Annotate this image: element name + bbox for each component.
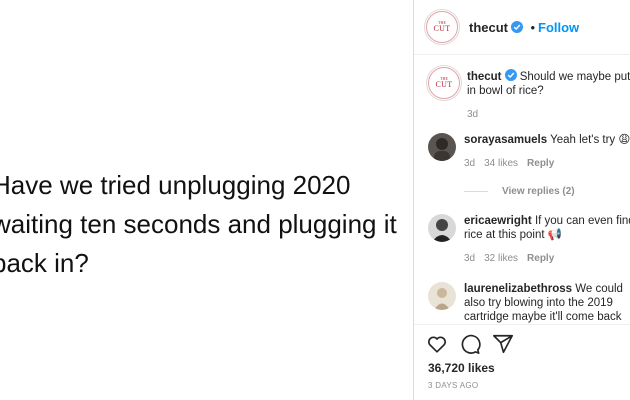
comment-meta: 3d 34 likes Reply [464, 157, 630, 171]
post-image-line-1: Have we tried unplugging 2020 [0, 170, 351, 200]
post-image-line-2: waiting ten seconds and plugging it [0, 209, 397, 239]
avatar-logo-big: CUT [433, 24, 451, 33]
post-image: Have we tried unplugging 2020 waiting te… [0, 0, 413, 400]
follow-button[interactable]: Follow [538, 20, 579, 35]
verified-icon [511, 21, 523, 33]
avatar[interactable]: THE CUT [426, 11, 458, 43]
comment-avatar[interactable] [428, 133, 456, 161]
comments-list[interactable]: THE CUT thecut Should we maybe put it in… [414, 56, 630, 324]
comment-likes[interactable]: 32 likes [484, 253, 518, 264]
comment-likes[interactable]: 34 likes [484, 158, 518, 169]
post-header: THE CUT thecut • Follow [414, 0, 630, 55]
comment-time[interactable]: 3d [464, 253, 475, 264]
comment-username[interactable]: sorayasamuels [464, 134, 547, 146]
post-image-text: Have we tried unplugging 2020 waiting te… [0, 166, 413, 283]
header-user: thecut • Follow [469, 19, 579, 37]
view-replies-button[interactable]: View replies (2) [464, 186, 575, 197]
comment-body: sorayasamuels Yeah let's try 😩 3d 34 like… [464, 133, 630, 171]
caption-avatar-logo-big: CUT [435, 80, 453, 89]
post-sidebar: THE CUT thecut • Follow THE CUT thecut Sh… [413, 0, 630, 400]
heart-icon[interactable] [426, 333, 448, 355]
verified-icon [504, 69, 517, 81]
comment-avatar[interactable] [428, 282, 456, 310]
comment-body: laurenelizabethross We could also try bl… [464, 282, 630, 324]
reply-button[interactable]: Reply [527, 253, 554, 264]
caption-meta: 3d [467, 108, 630, 122]
likes-count[interactable]: 36,720 likes [428, 361, 495, 375]
view-replies-label: View replies (2) [502, 186, 575, 197]
post-time[interactable]: 3 DAYS AGO [428, 381, 478, 390]
view-replies-line [464, 190, 488, 192]
caption-body: thecut Should we maybe put it in bowl of… [467, 69, 630, 122]
comment-body: ericaewright If you can even find rice a… [464, 214, 630, 266]
caption-time[interactable]: 3d [467, 109, 478, 120]
comment-username[interactable]: ericaewright [464, 215, 532, 227]
header-username[interactable]: thecut [469, 20, 508, 35]
post-actions: 36,720 likes 3 DAYS AGO [414, 324, 630, 400]
caption-avatar[interactable]: THE CUT [428, 67, 460, 99]
reply-button[interactable]: Reply [527, 158, 554, 169]
comment-meta: 3d 32 likes Reply [464, 252, 630, 266]
caption-username[interactable]: thecut [467, 71, 502, 83]
post-image-line-3: back in? [0, 248, 89, 278]
separator-dot: • [530, 20, 536, 35]
share-icon[interactable] [492, 333, 514, 355]
comment-icon[interactable] [459, 333, 481, 355]
comment-time[interactable]: 3d [464, 158, 475, 169]
comment-avatar[interactable] [428, 214, 456, 242]
comment-username[interactable]: laurenelizabethross [464, 283, 572, 295]
comment-text: Yeah let's try 😩 [550, 134, 630, 146]
